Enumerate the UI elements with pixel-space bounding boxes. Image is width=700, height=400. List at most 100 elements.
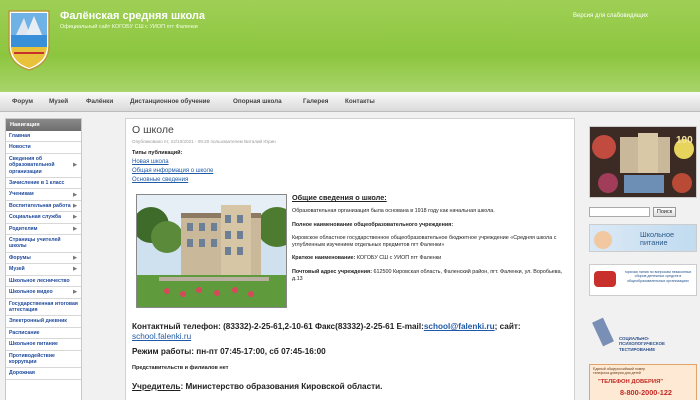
- nav-distance-learning[interactable]: Дистанционное обучение: [130, 98, 210, 105]
- sidebar-item-label: Школьное лесничество: [9, 277, 70, 284]
- site-subtitle: Официальный сайт КОГОБУ СШ с УИОП пгт Фа…: [60, 24, 198, 30]
- nav-gallery[interactable]: Галерея: [303, 98, 328, 105]
- pub-link-new-school[interactable]: Новая школа: [132, 158, 213, 167]
- chevron-right-icon: ▶: [73, 203, 77, 210]
- phone-icon: [594, 271, 616, 287]
- nav-support-school[interactable]: Опорная школа: [233, 98, 282, 105]
- right-sidebar: 100 Поиск Школьное питание горячая линия…: [589, 118, 700, 400]
- psych-test-banner[interactable]: СОЦИАЛЬНО-ПСИХОЛОГИЧЕСКОЕ ТЕСТИРОВАНИЕ: [589, 316, 697, 358]
- school-logo[interactable]: [6, 8, 52, 72]
- hotline-banner[interactable]: горячая линия по вопросам незаконных сбо…: [589, 264, 697, 296]
- nav-forum[interactable]: Форум: [12, 98, 33, 105]
- short-name-text: КОГОБУ СШ с УИОП пгт Фаленки: [356, 255, 442, 262]
- sidebar-item-label: Школьное видео: [9, 289, 53, 296]
- sidebar-item-label: Воспитательная работа: [9, 202, 71, 209]
- sidebar-item[interactable]: Ученикам ▶: [6, 189, 81, 201]
- sidebar-item-label: Страницы учителей школы: [9, 237, 61, 250]
- sidebar-item-label: Государственная итоговая аттестация: [9, 300, 78, 313]
- trust-phone-name: "ТЕЛЕФОН ДОВЕРИЯ": [598, 379, 663, 385]
- site-link[interactable]: school.falenki.ru: [132, 332, 191, 341]
- sidebar-item-label: Новости: [9, 144, 31, 151]
- post-meta: Опубликовано пт, 22/10/2021 - 09:20 поль…: [132, 139, 276, 144]
- sidebar-item[interactable]: Воспитательная работа ▶: [6, 200, 81, 213]
- chevron-right-icon: ▶: [73, 191, 77, 198]
- sidebar-item-label: Сведения об образовательной организации: [9, 155, 55, 175]
- founded-text: Образовательная организация была основан…: [292, 208, 495, 215]
- sidebar-item[interactable]: Социальная служба ▶: [6, 212, 81, 224]
- trust-phone-banner[interactable]: Единый общероссийский номер телефона дов…: [589, 364, 697, 400]
- sidebar-item[interactable]: Противодействие коррупции: [6, 350, 81, 369]
- sidebar-list: Главная Новости Сведения об образовательно…: [6, 131, 81, 380]
- contact-block: Контактный телефон: (83332)-2-25-61,2-10…: [132, 322, 521, 341]
- sidebar-item[interactable]: Школьное лесничество: [6, 275, 81, 288]
- search-button[interactable]: Поиск: [653, 207, 676, 217]
- sidebar-item[interactable]: Дорожная: [6, 368, 81, 380]
- nav-contacts[interactable]: Контакты: [345, 98, 375, 105]
- sidebar-item[interactable]: Школьное питание: [6, 339, 81, 351]
- chevron-right-icon: ▶: [73, 214, 77, 221]
- sidebar-navigation: Навигация Главная Новости Сведения об обра…: [5, 118, 82, 400]
- sidebar-item-label: Музей: [9, 266, 25, 273]
- pub-link-general-info[interactable]: Общая информация о школе: [132, 167, 213, 176]
- sidebar-item[interactable]: Сведения об образовательной организации ▶: [6, 153, 81, 179]
- pen-icon: [592, 317, 614, 347]
- sidebar-item[interactable]: Расписание: [6, 327, 81, 340]
- full-name-text: Кировское областное государственное обще…: [292, 234, 557, 249]
- phone-text: Контактный телефон: (83332)-2-25-61,2-10…: [132, 322, 424, 331]
- sidebar-item-label: Противодействие коррупции: [9, 352, 55, 365]
- anniversary-banner[interactable]: 100: [589, 126, 697, 198]
- sidebar-item-label: Расписание: [9, 329, 40, 336]
- sidebar-item-label: Электронный дневник: [9, 318, 67, 325]
- sidebar-item-label: Социальная служба: [9, 214, 61, 221]
- search-input[interactable]: [589, 207, 650, 217]
- email-link[interactable]: school@falenki.ru: [424, 322, 495, 331]
- sidebar-item[interactable]: Страницы учителей школы: [6, 235, 81, 253]
- sidebar-item[interactable]: Форумы ▶: [6, 252, 81, 265]
- chevron-right-icon: ▶: [73, 225, 77, 232]
- sidebar-heading: Навигация: [6, 119, 81, 131]
- sidebar-item-label: Главная: [9, 133, 31, 139]
- site-title[interactable]: Фалёнская средняя школа: [60, 10, 205, 22]
- chevron-right-icon: ▶: [73, 266, 77, 273]
- sidebar-item[interactable]: Главная: [6, 131, 81, 143]
- pub-link-basic-info[interactable]: Основные сведения: [132, 176, 213, 185]
- chevron-right-icon: ▶: [73, 255, 77, 262]
- sidebar-item-label: Школьное питание: [9, 341, 58, 348]
- sidebar-item[interactable]: Школьное видео ▶: [6, 287, 81, 299]
- sidebar-item[interactable]: Новости: [6, 142, 81, 154]
- chevron-right-icon: ▶: [73, 289, 77, 296]
- main-content: О школе Опубликовано пт, 22/10/2021 - 09…: [125, 118, 575, 400]
- nav-falenki[interactable]: Фалёнки: [86, 98, 113, 105]
- page-title: О школе: [132, 124, 174, 136]
- school-food-banner[interactable]: Школьное питание: [589, 224, 697, 252]
- sidebar-item-label: Родителям: [9, 225, 38, 232]
- sidebar-item[interactable]: Музей ▶: [6, 264, 81, 276]
- working-hours: Режим работы: пн-пт 07:45-17:00, сб 07:4…: [132, 347, 326, 356]
- founder-text: Министерство образования Кировской облас…: [185, 382, 383, 391]
- hotline-text: горячая линия по вопросам незаконных сбо…: [624, 270, 692, 283]
- founder-label: Учредитель: [132, 382, 181, 391]
- sidebar-item-label: Зачисление в 1 класс: [9, 180, 65, 187]
- nav-museum[interactable]: Музей: [49, 98, 68, 105]
- sidebar-item-label: Форумы: [9, 254, 31, 261]
- sidebar-item[interactable]: Государственная итоговая аттестация: [6, 298, 81, 317]
- full-name-label: Полное наименование общеобразовательного…: [292, 221, 454, 228]
- site-label: сайт:: [499, 322, 521, 331]
- low-vision-link[interactable]: Версия для слабовидящих: [573, 13, 648, 19]
- sidebar-item[interactable]: Электронный дневник: [6, 316, 81, 328]
- address-label: Почтовый адрес учреждения:: [292, 268, 372, 275]
- sidebar-item-label: Дорожная: [9, 370, 35, 377]
- school-building-photo: [136, 194, 287, 308]
- school-food-label: Школьное питание: [640, 230, 675, 247]
- trust-phone-top-text: Единый общероссийский номер телефона дов…: [593, 367, 646, 376]
- publication-types-label: Типы публикаций:: [132, 150, 183, 156]
- chevron-right-icon: ▶: [73, 162, 77, 169]
- psych-test-label: СОЦИАЛЬНО-ПСИХОЛОГИЧЕСКОЕ ТЕСТИРОВАНИЕ: [619, 336, 665, 352]
- trust-phone-number: 8-800-2000-122: [620, 388, 672, 397]
- general-info-heading: Общие сведения о школе:: [292, 193, 387, 202]
- main-nav: Форум Музей Фалёнки Дистанционное обучен…: [0, 92, 700, 112]
- svg-text:100: 100: [676, 135, 693, 146]
- site-header: Фалёнская средняя школа Официальный сайт…: [0, 0, 700, 92]
- sidebar-item[interactable]: Зачисление в 1 класс: [6, 178, 81, 190]
- sidebar-item[interactable]: Родителям ▶: [6, 223, 81, 236]
